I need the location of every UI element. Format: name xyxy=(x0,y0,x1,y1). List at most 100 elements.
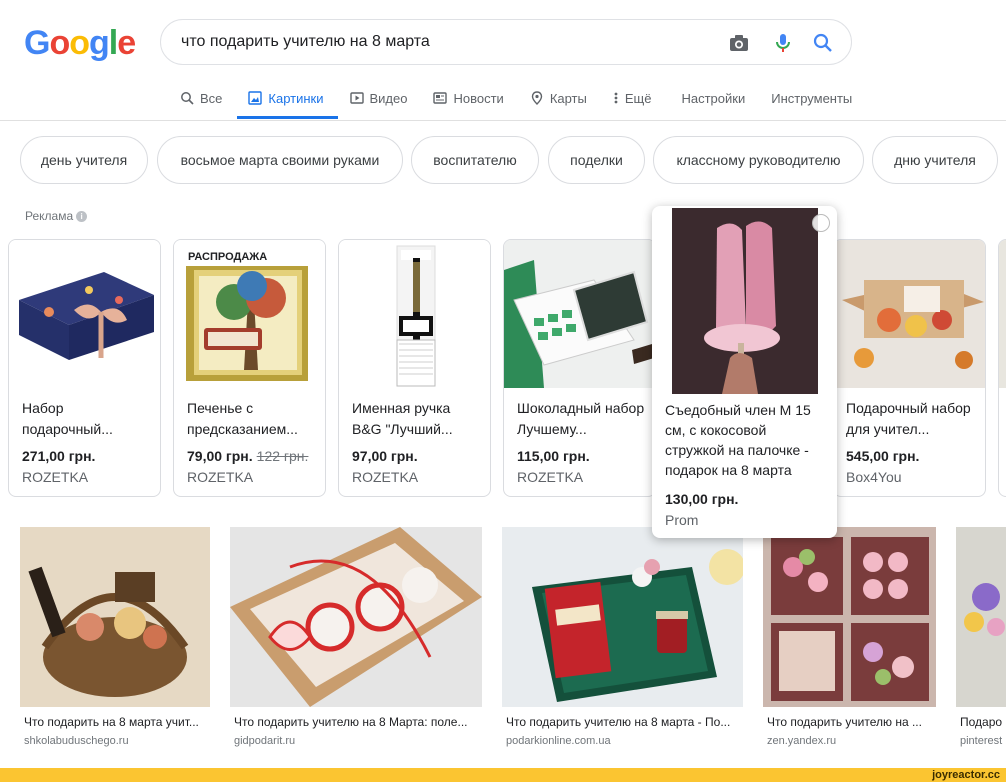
tab-maps[interactable]: Карты xyxy=(530,88,587,108)
logo-letter: e xyxy=(117,24,136,62)
tab-label: Настройки xyxy=(681,90,746,106)
product-price: 271,00 грн. xyxy=(22,448,96,464)
watermark: joyreactor.cc xyxy=(932,769,1000,781)
header-divider xyxy=(0,120,1006,121)
chip[interactable]: классному руководителю xyxy=(653,136,864,184)
map-pin-icon xyxy=(530,91,544,105)
chip[interactable]: поделки xyxy=(548,136,645,184)
newspaper-icon xyxy=(433,91,448,105)
result-title[interactable]: Что подарить учителю на ... xyxy=(767,715,936,729)
search-icon xyxy=(180,91,194,105)
open-in-new-icon[interactable] xyxy=(812,214,830,232)
chip[interactable]: дню учителя xyxy=(872,136,998,184)
tab-more[interactable]: Ещё xyxy=(613,88,652,108)
product-price: 79,00 грн. 122 грн. xyxy=(187,448,308,464)
product-title: Шоколадный набор Лучшему... xyxy=(517,400,645,437)
product-image xyxy=(672,208,818,394)
product-image xyxy=(834,240,985,388)
logo-letter: g xyxy=(89,24,110,62)
logo-letter: G xyxy=(24,24,50,62)
chip[interactable]: восьмое марта своими руками xyxy=(157,136,403,184)
product-price: 130,00 грн. xyxy=(665,491,739,507)
product-store: ROZETKA xyxy=(22,469,89,485)
tab-images[interactable]: Картинки xyxy=(248,88,324,108)
watermark-bar xyxy=(0,768,1006,782)
result-source[interactable]: podarkionline.com.ua xyxy=(506,735,743,747)
logo-letter: o xyxy=(69,24,90,62)
search-box[interactable]: что подарить учителю на 8 марта xyxy=(160,19,852,65)
result-title[interactable]: Что подарить на 8 марта учит... xyxy=(24,715,210,729)
product-price-old: 122 грн. xyxy=(256,448,309,464)
more-vert-icon xyxy=(613,91,619,105)
product-image xyxy=(504,240,655,388)
product-store: Box4You xyxy=(846,469,902,485)
product-title: Подарочный набор для учител... xyxy=(846,400,971,437)
product-card[interactable]: Шоколадный набор Лучшему... 115,00 грн. … xyxy=(503,239,656,497)
tab-label: Новости xyxy=(453,90,504,106)
image-result[interactable]: Что подарить учителю на ... zen.yandex.r… xyxy=(763,527,936,747)
logo-letter: o xyxy=(49,24,70,62)
ads-label-text: Реклама xyxy=(25,209,74,223)
product-title: Набор подарочный... xyxy=(22,400,113,437)
product-image xyxy=(999,240,1006,388)
logo-letter: l xyxy=(108,24,119,62)
result-image xyxy=(230,527,482,707)
tab-tools[interactable]: Инструменты xyxy=(771,88,852,108)
product-title: Съедобный член М 15 см, с кокосовой стру… xyxy=(665,402,811,478)
result-source[interactable]: shkolabuduschego.ru xyxy=(24,735,210,747)
result-source[interactable]: pinterest xyxy=(960,735,1006,747)
product-price: 545,00 грн. xyxy=(846,448,920,464)
product-price-current: 79,00 грн. xyxy=(187,448,253,464)
product-card[interactable] xyxy=(998,239,1006,497)
product-price: 97,00 грн. xyxy=(352,448,418,464)
product-hover-card[interactable]: Съедобный член М 15 см, с кокосовой стру… xyxy=(652,206,837,538)
result-image xyxy=(956,527,1006,707)
product-title: Печенье с предсказанием... xyxy=(187,400,298,437)
result-title[interactable]: Подаро xyxy=(960,715,1006,729)
active-tab-indicator xyxy=(237,116,338,119)
google-logo[interactable]: Google xyxy=(24,24,136,63)
product-title: Именная ручка B&G "Лучший... xyxy=(352,400,453,437)
tab-settings[interactable]: Настройки xyxy=(681,88,745,108)
tab-video[interactable]: Видео xyxy=(349,88,408,108)
image-icon xyxy=(248,91,263,105)
image-result[interactable]: Что подарить учителю на 8 Марта: поле...… xyxy=(230,527,482,747)
product-card[interactable]: РАСПРОДАЖА Печенье с предсказанием... 79… xyxy=(173,239,326,497)
info-icon[interactable]: i xyxy=(76,210,88,222)
tab-label: Ещё xyxy=(624,90,652,106)
product-card[interactable]: Именная ручка B&G "Лучший... 97,00 грн. … xyxy=(338,239,491,497)
chip[interactable]: день учителя xyxy=(20,136,148,184)
microphone-icon[interactable] xyxy=(771,31,795,55)
product-card[interactable]: Набор подарочный... 271,00 грн. ROZETKA xyxy=(8,239,161,497)
camera-icon[interactable] xyxy=(727,31,751,55)
product-card[interactable]: Подарочный набор для учител... 545,00 гр… xyxy=(833,239,986,497)
sale-badge: РАСПРОДАЖА xyxy=(182,248,274,266)
tab-label: Картинки xyxy=(268,90,324,106)
tab-news[interactable]: Новости xyxy=(433,88,504,108)
product-store: ROZETKA xyxy=(517,469,584,485)
tab-label: Видео xyxy=(369,90,408,106)
search-icon[interactable] xyxy=(811,31,835,55)
ads-label: Реклама i xyxy=(25,209,88,223)
product-store: Prom xyxy=(665,512,699,528)
product-image xyxy=(339,240,490,388)
image-result[interactable]: Подаро pinterest xyxy=(956,527,1006,747)
image-result[interactable]: Что подарить на 8 марта учит... shkolabu… xyxy=(20,527,210,747)
play-icon xyxy=(349,91,364,105)
product-image xyxy=(9,240,160,388)
result-title[interactable]: Что подарить учителю на 8 Марта: поле... xyxy=(234,715,482,729)
result-image xyxy=(763,527,936,707)
image-result[interactable]: Что подарить учителю на 8 марта - По... … xyxy=(502,527,743,747)
tab-all[interactable]: Все xyxy=(180,88,222,108)
chip[interactable]: воспитателю xyxy=(411,136,539,184)
search-input[interactable]: что подарить учителю на 8 марта xyxy=(181,33,430,51)
result-image xyxy=(20,527,210,707)
result-title[interactable]: Что подарить учителю на 8 марта - По... xyxy=(506,715,743,729)
tab-label: Карты xyxy=(549,90,587,106)
product-price: 115,00 грн. xyxy=(517,448,590,464)
product-store: ROZETKA xyxy=(352,469,419,485)
result-source[interactable]: gidpodarit.ru xyxy=(234,735,482,747)
result-source[interactable]: zen.yandex.ru xyxy=(767,735,936,747)
tab-label: Все xyxy=(200,90,223,106)
product-store: ROZETKA xyxy=(187,469,254,485)
